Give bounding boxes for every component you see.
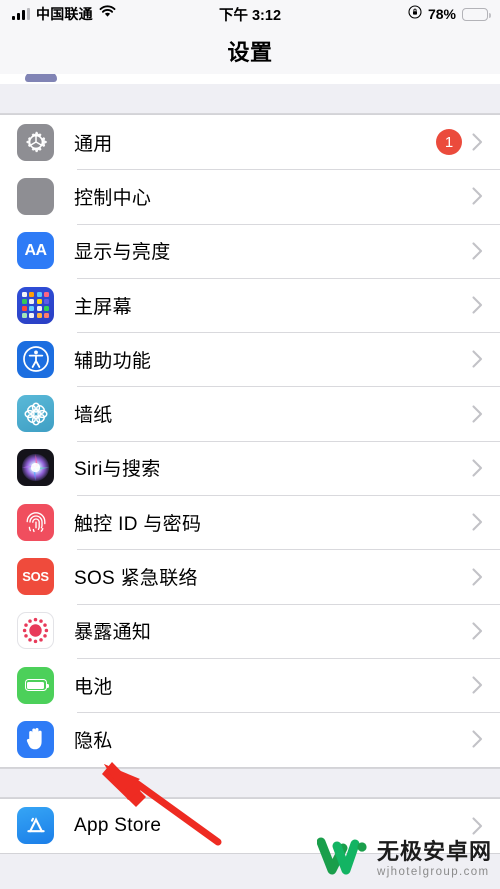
settings-group-store: App Store (0, 797, 500, 854)
settings-row-general[interactable]: 通用 1 (0, 115, 500, 170)
battery-icon (462, 7, 491, 21)
home-screen-grid-icon (17, 286, 54, 324)
sos-icon: SOS (17, 558, 54, 596)
settings-row-label: 墙纸 (74, 405, 113, 427)
settings-row-home-screen[interactable]: 主屏幕 (0, 277, 500, 333)
settings-row-emergency-sos[interactable]: SOS SOS 紧急联络 (0, 549, 500, 604)
sos-glyph: SOS (22, 569, 49, 585)
settings-row-label: 暴露通知 (74, 622, 152, 644)
settings-row-siri-search[interactable]: Siri与搜索 (0, 440, 500, 496)
settings-row-wallpaper[interactable]: 墙纸 (0, 386, 500, 441)
wallpaper-flower-icon (17, 395, 54, 433)
siri-orb-icon (17, 449, 54, 487)
settings-row-label: Siri与搜索 (74, 459, 161, 481)
partial-row-icon (25, 74, 57, 82)
exposure-notification-icon (17, 612, 54, 650)
settings-row-label: 触控 ID 与密码 (74, 513, 202, 535)
battery-icon (17, 666, 54, 704)
accessibility-icon (17, 340, 54, 378)
settings-row-label: 通用 (74, 133, 113, 155)
partial-row-above[interactable] (0, 74, 500, 84)
page-title: 设置 (227, 40, 273, 65)
chevron-right-icon (472, 296, 483, 314)
gear-icon (17, 123, 54, 161)
control-center-icon (17, 177, 54, 215)
status-bar-left: 中国联通 (12, 4, 116, 24)
settings-row-exposure-notifications[interactable]: 暴露通知 (0, 603, 500, 658)
chevron-right-icon (472, 622, 483, 640)
settings-row-battery[interactable]: 电池 (0, 657, 500, 713)
settings-row-label: 隐私 (74, 730, 113, 752)
settings-row-label: 辅助功能 (74, 350, 152, 372)
chevron-right-icon (472, 405, 483, 423)
chevron-right-icon (472, 133, 483, 151)
chevron-right-icon (472, 730, 483, 748)
rotation-lock-icon (408, 4, 422, 24)
settings-row-label: 电池 (74, 676, 113, 698)
cellular-signal-icon (12, 8, 30, 20)
aa-glyph: AA (24, 241, 47, 259)
status-bar-right: 78% (408, 4, 491, 24)
settings-row-label: SOS 紧急联络 (74, 568, 198, 590)
battery-percent-label: 78% (427, 6, 456, 22)
chevron-right-icon (472, 567, 483, 586)
section-gap (0, 767, 500, 798)
app-grid (22, 291, 49, 319)
status-badge: 1 (436, 129, 462, 156)
aa-text-icon: AA (17, 232, 54, 270)
chevron-right-icon (472, 817, 483, 835)
settings-row-label: 主屏幕 (74, 296, 132, 318)
privacy-hand-icon (17, 720, 54, 758)
settings-row-label: App Store (74, 814, 162, 836)
battery-glyph (24, 679, 49, 692)
carrier-name: 中国联通 (36, 6, 93, 22)
settings-row-label: 控制中心 (74, 187, 152, 209)
section-gap (0, 84, 500, 114)
settings-row-display-brightness[interactable]: AA 显示与亮度 (0, 223, 500, 278)
fingerprint-icon (17, 503, 54, 541)
settings-row-accessibility[interactable]: 辅助功能 (0, 332, 500, 387)
chevron-right-icon (472, 513, 483, 531)
chevron-right-icon (472, 242, 483, 260)
settings-scroll-view[interactable]: 通用 1 控制中心 AA 显示与亮度 主屏幕 辅助功能 墙纸 Siri与搜索 触… (0, 74, 500, 889)
navigation-bar: 设置 (0, 28, 500, 74)
chevron-right-icon (472, 350, 483, 368)
settings-row-app-store[interactable]: App Store (0, 798, 500, 853)
status-bar: 中国联通 下午 3:12 78% (0, 0, 500, 28)
wifi-icon (99, 5, 116, 23)
chevron-right-icon (472, 459, 483, 477)
settings-group-system: 通用 1 控制中心 AA 显示与亮度 主屏幕 辅助功能 墙纸 Siri与搜索 触… (0, 114, 500, 768)
settings-row-privacy[interactable]: 隐私 (0, 712, 500, 767)
settings-row-touch-id-passcode[interactable]: 触控 ID 与密码 (0, 495, 500, 550)
watermark-url: wjhotelgroup.com (376, 865, 490, 878)
chevron-right-icon (472, 187, 483, 205)
chevron-right-icon (472, 676, 483, 694)
settings-row-control-center[interactable]: 控制中心 (0, 169, 500, 224)
app-store-icon (17, 807, 54, 845)
settings-row-label: 显示与亮度 (74, 242, 171, 264)
